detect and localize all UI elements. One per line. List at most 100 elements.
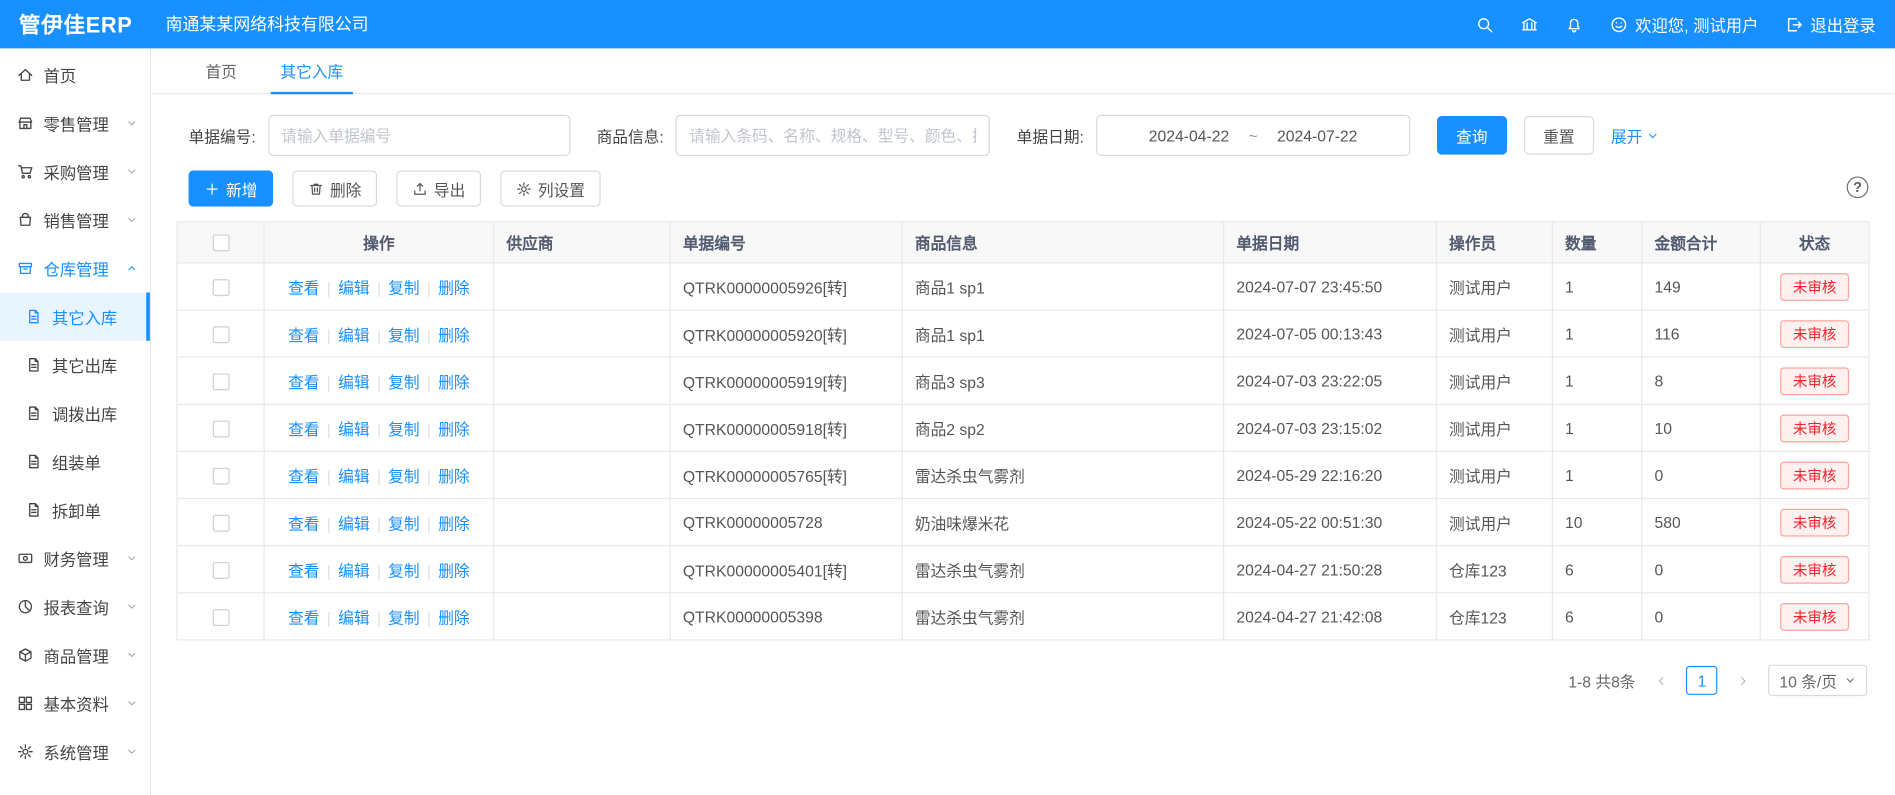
sidebar-item-transfer-outbound[interactable]: 调拨出库 [0,389,150,437]
cell-quantity: 1 [1552,451,1641,498]
link-separator: | [377,608,381,626]
edit-link[interactable]: 编辑 [338,561,369,579]
logout-label: 退出登录 [1810,12,1875,36]
finance-icon [17,550,34,567]
search-icon[interactable] [1476,15,1494,33]
next-page-button[interactable] [1730,666,1757,695]
row-checkbox[interactable] [212,279,229,296]
select-all-checkbox[interactable] [212,235,229,252]
sidebar-item-other-outbound[interactable]: 其它出库 [0,341,150,389]
delete-link[interactable]: 删除 [438,467,469,485]
edit-link[interactable]: 编辑 [338,373,369,391]
help-icon[interactable]: ? [1847,176,1869,198]
view-link[interactable]: 查看 [288,326,319,344]
cell-actions: 查看|编辑|复制|删除 [264,546,494,593]
copy-link[interactable]: 复制 [388,279,419,297]
sidebar-item-home[interactable]: 首页 [0,51,150,99]
reset-button[interactable]: 重置 [1524,116,1594,155]
status-badge: 未审核 [1781,367,1849,395]
cell-product_info: 商品1 sp1 [902,310,1223,357]
edit-link[interactable]: 编辑 [338,514,369,532]
sidebar-item-report[interactable]: 报表查询 [0,583,150,631]
copy-link[interactable]: 复制 [388,373,419,391]
status-badge: 未审核 [1781,273,1849,301]
sidebar-item-basic[interactable]: 基本资料 [0,679,150,727]
bill-no-input[interactable] [268,115,570,156]
view-link[interactable]: 查看 [288,608,319,626]
row-checkbox[interactable] [212,562,229,579]
search-icon [1476,15,1494,33]
sidebar-item-system[interactable]: 系统管理 [0,728,150,776]
export-button[interactable]: 导出 [396,170,481,206]
sidebar-item-label: 财务管理 [44,546,126,570]
product-info-input[interactable] [676,115,990,156]
view-link[interactable]: 查看 [288,467,319,485]
view-link[interactable]: 查看 [288,561,319,579]
delete-link[interactable]: 删除 [438,326,469,344]
tab-home[interactable]: 首页 [184,48,259,93]
row-checkbox[interactable] [212,373,229,390]
edit-link[interactable]: 编辑 [338,467,369,485]
delete-link[interactable]: 删除 [438,279,469,297]
status-badge: 未审核 [1781,602,1849,630]
row-checkbox[interactable] [212,515,229,532]
delete-button[interactable]: 删除 [292,170,377,206]
delete-link[interactable]: 删除 [438,373,469,391]
view-link[interactable]: 查看 [288,514,319,532]
tabbar: 首页其它入库 [152,48,1895,94]
copy-link[interactable]: 复制 [388,326,419,344]
row-checkbox[interactable] [212,609,229,626]
cell-supplier [494,451,670,498]
sidebar-menu: 首页零售管理采购管理销售管理仓库管理其它入库其它出库调拨出库组装单拆卸单财务管理… [0,51,150,776]
view-link[interactable]: 查看 [288,420,319,438]
bell-icon[interactable] [1565,15,1583,33]
edit-link[interactable]: 编辑 [338,420,369,438]
copy-link[interactable]: 复制 [388,467,419,485]
sidebar-item-warehouse[interactable]: 仓库管理 [0,244,150,292]
sidebar-item-other-inbound[interactable]: 其它入库 [0,292,150,340]
edit-link[interactable]: 编辑 [338,608,369,626]
sidebar-item-disassembly-order[interactable]: 拆卸单 [0,486,150,534]
copy-link[interactable]: 复制 [388,608,419,626]
copy-link[interactable]: 复制 [388,514,419,532]
view-link[interactable]: 查看 [288,279,319,297]
sidebar-item-purchase[interactable]: 采购管理 [0,147,150,195]
table-row: 查看|编辑|复制|删除QTRK00000005401[转]雷达杀虫气雾剂2024… [177,546,1869,593]
table-row: 查看|编辑|复制|删除QTRK00000005919[转]商品3 sp32024… [177,357,1869,404]
sidebar-item-finance[interactable]: 财务管理 [0,534,150,582]
delete-link[interactable]: 删除 [438,514,469,532]
delete-link[interactable]: 删除 [438,561,469,579]
chevron-down-icon [126,117,138,129]
copy-link[interactable]: 复制 [388,420,419,438]
prev-page-button[interactable] [1648,666,1675,695]
row-checkbox[interactable] [212,326,229,343]
row-checkbox[interactable] [212,467,229,484]
delete-link[interactable]: 删除 [438,608,469,626]
chevron-down-icon [126,649,138,661]
search-button[interactable]: 查询 [1437,116,1507,155]
sidebar-item-sales[interactable]: 销售管理 [0,196,150,244]
sidebar-item-retail[interactable]: 零售管理 [0,99,150,147]
sidebar-item-goods[interactable]: 商品管理 [0,631,150,679]
current-page[interactable]: 1 [1686,666,1717,695]
welcome-user[interactable]: 欢迎您, 测试用户 [1610,12,1759,36]
cell-operator: 测试用户 [1436,451,1552,498]
sidebar-item-assembly-order[interactable]: 组装单 [0,437,150,485]
edit-link[interactable]: 编辑 [338,326,369,344]
logout-button[interactable]: 退出登录 [1785,12,1876,36]
edit-link[interactable]: 编辑 [338,279,369,297]
expand-link[interactable]: 展开 [1611,124,1659,147]
row-checkbox[interactable] [212,420,229,437]
bank-icon[interactable] [1520,15,1538,33]
copy-link[interactable]: 复制 [388,561,419,579]
gear-icon [516,181,532,197]
cell-total_amount: 0 [1642,451,1760,498]
tab-other-inbound[interactable]: 其它入库 [259,48,365,93]
view-link[interactable]: 查看 [288,373,319,391]
date-range-picker[interactable]: 2024-04-22 ~ 2024-07-22 [1096,115,1410,156]
export-icon [412,181,428,197]
add-button[interactable]: 新增 [189,170,274,206]
column-settings-button[interactable]: 列设置 [500,170,600,206]
delete-link[interactable]: 删除 [438,420,469,438]
page-size-select[interactable]: 10 条/页 [1768,665,1867,696]
